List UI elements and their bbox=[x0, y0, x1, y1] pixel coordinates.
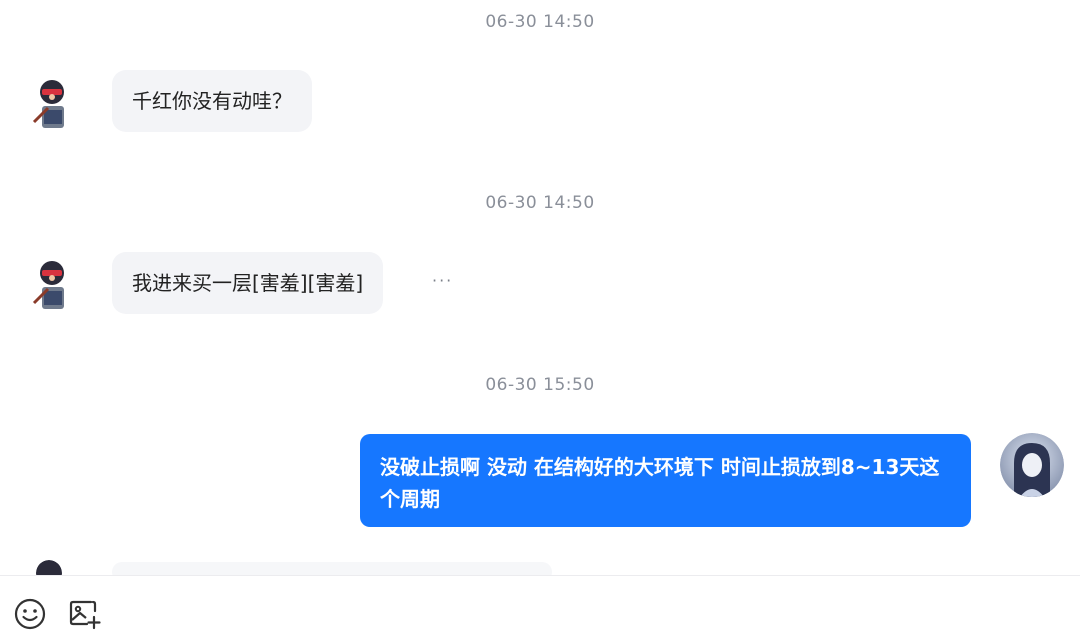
image-add-icon[interactable] bbox=[67, 597, 101, 631]
emoji-icon[interactable] bbox=[13, 597, 47, 631]
chat-toolbar bbox=[0, 575, 1080, 644]
avatar-self[interactable] bbox=[1000, 433, 1064, 497]
timestamp: 06-30 14:50 bbox=[485, 193, 595, 213]
avatar[interactable] bbox=[20, 70, 84, 134]
message-bubble[interactable]: 我进来买一层[害羞][害羞] bbox=[112, 252, 384, 314]
timestamp: 06-30 15:50 bbox=[485, 375, 595, 395]
more-options-icon[interactable]: ··· bbox=[432, 271, 453, 290]
timestamp: 06-30 14:50 bbox=[485, 12, 595, 32]
avatar[interactable] bbox=[20, 251, 84, 315]
avatar[interactable] bbox=[36, 560, 62, 575]
chat-message-list[interactable]: 06-30 14:50 千红你没有动哇？ 06-30 14:50 我进来买一层[… bbox=[0, 0, 1080, 575]
message-bubble[interactable]: 千红你没有动哇？ bbox=[112, 70, 312, 132]
message-bubble-outgoing[interactable]: 没破止损啊 没动 在结构好的大环境下 时间止损放到8~13天这个周期 bbox=[360, 434, 971, 527]
message-bubble[interactable] bbox=[112, 562, 552, 575]
